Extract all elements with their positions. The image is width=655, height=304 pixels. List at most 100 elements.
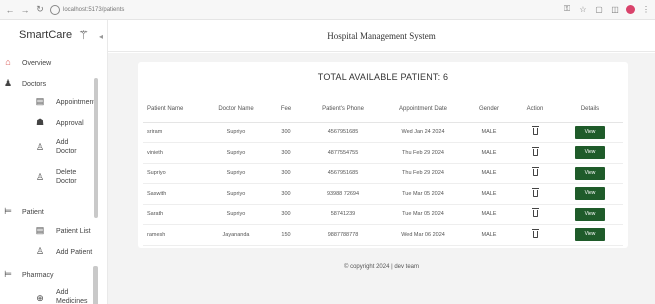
gender: MALE bbox=[465, 183, 513, 205]
menu-dots-icon[interactable]: ⋮ bbox=[641, 5, 651, 14]
view-button[interactable]: View bbox=[575, 207, 605, 221]
fee: 300 bbox=[267, 204, 305, 225]
appointment-date: Thu Feb 29 2024 bbox=[381, 163, 465, 184]
doctor-name: Jayananda bbox=[205, 224, 267, 246]
column-header: Details bbox=[557, 97, 623, 123]
sidebar-item-add-patient[interactable]: Add Patient bbox=[56, 248, 92, 257]
patient-phone: 58741239 bbox=[305, 204, 381, 225]
view-button[interactable]: View bbox=[575, 228, 605, 242]
delete-icon[interactable] bbox=[531, 228, 539, 238]
table-row: ramesh Jayananda 150 9887788778 Wed Mar … bbox=[143, 224, 623, 246]
patient-name: ramesh bbox=[143, 224, 205, 246]
sidebar-item-patient[interactable]: Patient bbox=[22, 208, 44, 217]
action-cell bbox=[513, 163, 557, 184]
table-row: Sarath Supriyo 300 58741239 Tue Mar 05 2… bbox=[143, 204, 623, 225]
sidebar-item-delete-doctor[interactable]: Delete Doctor bbox=[56, 168, 90, 186]
appointment-date: Tue Mar 05 2024 bbox=[381, 204, 465, 225]
patient-name: Saswith bbox=[143, 183, 205, 205]
app-header: Hospital Management System bbox=[108, 20, 655, 52]
site-info-icon[interactable] bbox=[50, 4, 60, 15]
table-row: Supriyo Supriyo 300 4567951685 Thu Feb 2… bbox=[143, 163, 623, 184]
doctor-icon: ♟ bbox=[3, 78, 13, 88]
caduceus-icon: ⚚ bbox=[78, 28, 89, 42]
patient-phone: 4567951685 bbox=[305, 163, 381, 184]
sidebar-item-approval[interactable]: Approval bbox=[56, 119, 84, 128]
sidebar-item-doctors[interactable]: Doctors bbox=[22, 80, 46, 89]
action-cell bbox=[513, 183, 557, 205]
fee: 300 bbox=[267, 183, 305, 205]
list-icon: ▤ bbox=[35, 225, 45, 235]
doctor-name: Supriyo bbox=[205, 204, 267, 225]
appointment-date: Thu Feb 29 2024 bbox=[381, 142, 465, 164]
column-header: Patient Name bbox=[143, 97, 205, 123]
reload-icon[interactable]: ↻ bbox=[34, 4, 46, 16]
gender: MALE bbox=[465, 204, 513, 225]
delete-icon[interactable] bbox=[531, 208, 539, 218]
doctor-name: Supriyo bbox=[205, 122, 267, 143]
table-header-row: Patient Name Doctor Name Fee Patient's P… bbox=[143, 97, 623, 123]
bed-icon: ⊨ bbox=[4, 206, 12, 216]
arrow-left-icon[interactable]: ← bbox=[4, 4, 16, 16]
details-cell: View bbox=[557, 122, 623, 143]
address-bar[interactable]: localhost:5173/patients bbox=[50, 3, 124, 17]
appointment-date: Wed Jan 24 2024 bbox=[381, 122, 465, 143]
add-user-icon: ♙ bbox=[35, 246, 45, 256]
doctor-name: Supriyo bbox=[205, 163, 267, 184]
sidebar-item-patient-list[interactable]: Patient List bbox=[56, 227, 91, 236]
action-cell bbox=[513, 142, 557, 164]
app-title: Hospital Management System bbox=[327, 30, 436, 41]
column-header: Action bbox=[513, 97, 557, 123]
table-row: sriram Supriyo 300 4567951685 Wed Jan 24… bbox=[143, 122, 623, 143]
details-cell: View bbox=[557, 183, 623, 205]
details-cell: View bbox=[557, 163, 623, 184]
sidebar-item-add-doctor[interactable]: Add Doctor bbox=[56, 138, 90, 156]
profile-avatar[interactable] bbox=[626, 4, 635, 14]
sidepanel-icon[interactable]: ◫ bbox=[610, 5, 620, 14]
patient-count-title: TOTAL AVAILABLE PATIENT: 6 bbox=[317, 72, 449, 82]
view-button[interactable]: View bbox=[575, 146, 605, 160]
patient-name: sriram bbox=[143, 122, 205, 143]
sidebar: SmartCare ⚚ ◂ ⌂ Overview ♟ Doctors ▤ App… bbox=[0, 20, 108, 304]
fee: 300 bbox=[267, 142, 305, 164]
view-button[interactable]: View bbox=[575, 187, 605, 201]
table-row: Saswith Supriyo 300 93988 72694 Tue Mar … bbox=[143, 183, 623, 205]
patient-phone: 9887788778 bbox=[305, 224, 381, 246]
column-header: Doctor Name bbox=[205, 97, 267, 123]
medicine-icon: ⊕ bbox=[36, 293, 44, 303]
brand: SmartCare ⚚ bbox=[19, 28, 89, 42]
patient-name: Supriyo bbox=[143, 163, 205, 184]
view-button[interactable]: View bbox=[575, 125, 605, 139]
extensions-icon[interactable]: ▢ bbox=[594, 5, 604, 14]
gender: MALE bbox=[465, 163, 513, 184]
patients-card: TOTAL AVAILABLE PATIENT: 6 Patient Name … bbox=[138, 62, 628, 248]
delete-icon[interactable] bbox=[531, 146, 539, 156]
sidebar-item-overview[interactable]: Overview bbox=[22, 59, 51, 68]
delete-icon[interactable] bbox=[531, 187, 539, 197]
appointment-date: Wed Mar 06 2024 bbox=[381, 224, 465, 246]
sidebar-scrollbar[interactable] bbox=[94, 78, 98, 218]
star-icon[interactable]: ☆ bbox=[578, 5, 588, 14]
brand-name: SmartCare bbox=[19, 29, 73, 41]
doctor-name: Supriyo bbox=[205, 183, 267, 205]
add-user-icon: ♙ bbox=[35, 142, 45, 152]
delete-icon[interactable] bbox=[531, 126, 539, 136]
doctor-name: Supriyo bbox=[205, 142, 267, 164]
collapse-sidebar-icon[interactable]: ◂ bbox=[99, 32, 103, 41]
sidebar-item-appointment[interactable]: Appointment bbox=[56, 98, 95, 107]
sidebar-item-pharmacy[interactable]: Pharmacy bbox=[22, 271, 54, 280]
appointment-date: Tue Mar 05 2024 bbox=[381, 183, 465, 205]
delete-icon[interactable] bbox=[531, 167, 539, 177]
table-row: vinieth Supriyo 300 4877554755 Thu Feb 2… bbox=[143, 142, 623, 164]
remove-user-icon: ♙ bbox=[35, 172, 45, 182]
pharmacy-icon: ⊨ bbox=[4, 269, 12, 279]
arrow-right-icon[interactable]: → bbox=[19, 4, 31, 16]
action-cell bbox=[513, 122, 557, 143]
sidebar-item-add-medicines[interactable]: Add Medicines bbox=[56, 288, 90, 304]
key-icon[interactable]: ⚿ bbox=[562, 4, 572, 14]
fee: 150 bbox=[267, 224, 305, 246]
sidebar-scrollbar-lower[interactable] bbox=[93, 266, 98, 304]
view-button[interactable]: View bbox=[575, 166, 605, 180]
patients-table: Patient Name Doctor Name Fee Patient's P… bbox=[143, 97, 623, 246]
column-header: Gender bbox=[465, 97, 513, 123]
calendar-icon: ▤ bbox=[35, 96, 45, 106]
